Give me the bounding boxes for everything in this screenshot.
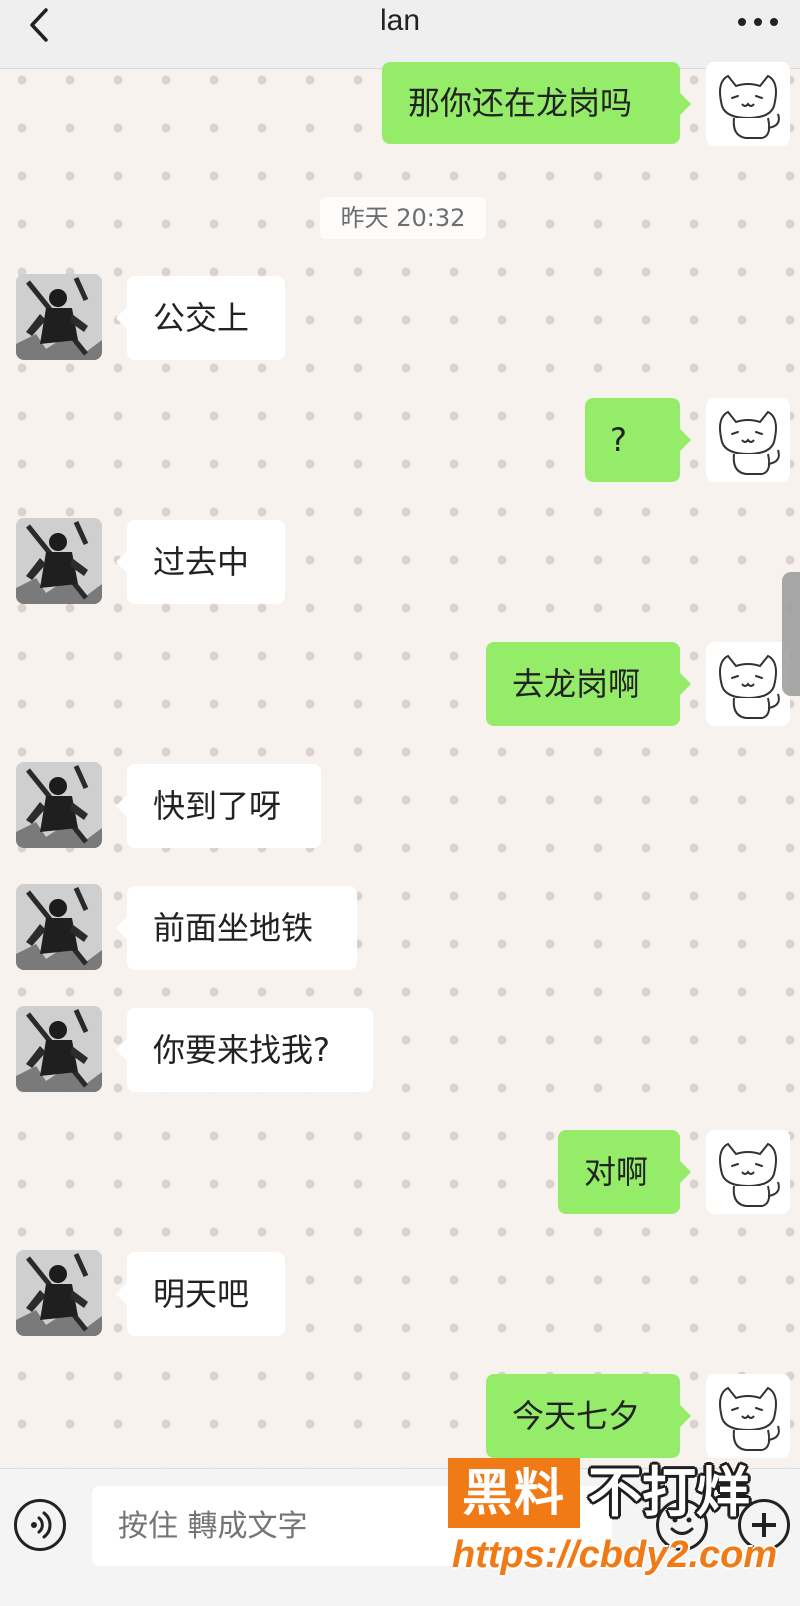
message-bubble-received[interactable]: 明天吧: [116, 1252, 285, 1336]
warrior-avatar-image: [16, 1250, 102, 1336]
my-avatar[interactable]: [706, 1374, 790, 1458]
my-avatar[interactable]: [706, 398, 790, 482]
message-bubble-received[interactable]: 快到了呀: [116, 764, 321, 848]
message-bubble-received[interactable]: 公交上: [116, 276, 285, 360]
warrior-avatar-image: [16, 518, 102, 604]
message-bubble-received[interactable]: 过去中: [116, 520, 285, 604]
contact-avatar[interactable]: [16, 274, 102, 360]
chat-header: lan: [0, 0, 800, 69]
watermark-badge: 黑料: [448, 1458, 580, 1528]
message-bubble-received[interactable]: 前面坐地铁: [116, 886, 357, 970]
site-watermark: 黑料 不打烊 https://cbdy2.com: [448, 1458, 798, 1578]
more-dots-icon[interactable]: [736, 12, 780, 32]
contact-avatar[interactable]: [16, 762, 102, 848]
cat-avatar-image: [706, 1130, 790, 1214]
contact-avatar[interactable]: [16, 884, 102, 970]
chat-title[interactable]: lan: [0, 4, 800, 38]
message-bubble-sent[interactable]: 对啊: [558, 1130, 691, 1214]
my-avatar[interactable]: [706, 62, 790, 146]
contact-avatar[interactable]: [16, 1250, 102, 1336]
scroll-handle[interactable]: [782, 572, 800, 696]
watermark-url: https://cbdy2.com: [452, 1534, 778, 1576]
contact-avatar[interactable]: [16, 518, 102, 604]
my-avatar[interactable]: [706, 1130, 790, 1214]
voice-icon[interactable]: [14, 1499, 66, 1551]
message-bubble-sent[interactable]: 去龙岗啊: [486, 642, 691, 726]
warrior-avatar-image: [16, 762, 102, 848]
my-avatar[interactable]: [706, 642, 790, 726]
message-bubble-received[interactable]: 你要来找我?: [116, 1008, 373, 1092]
warrior-avatar-image: [16, 274, 102, 360]
cat-avatar-image: [706, 62, 790, 146]
cat-avatar-image: [706, 398, 790, 482]
timestamp-label: 昨天 20:32: [320, 197, 486, 239]
watermark-text: 不打烊: [588, 1461, 750, 1524]
cat-avatar-image: [706, 642, 790, 726]
message-bubble-sent[interactable]: 今天七夕: [486, 1374, 691, 1458]
message-bubble-sent[interactable]: ?: [585, 398, 691, 482]
warrior-avatar-image: [16, 884, 102, 970]
cat-avatar-image: [706, 1374, 790, 1458]
warrior-avatar-image: [16, 1006, 102, 1092]
message-bubble-sent[interactable]: 那你还在龙岗吗: [382, 62, 691, 144]
contact-avatar[interactable]: [16, 1006, 102, 1092]
